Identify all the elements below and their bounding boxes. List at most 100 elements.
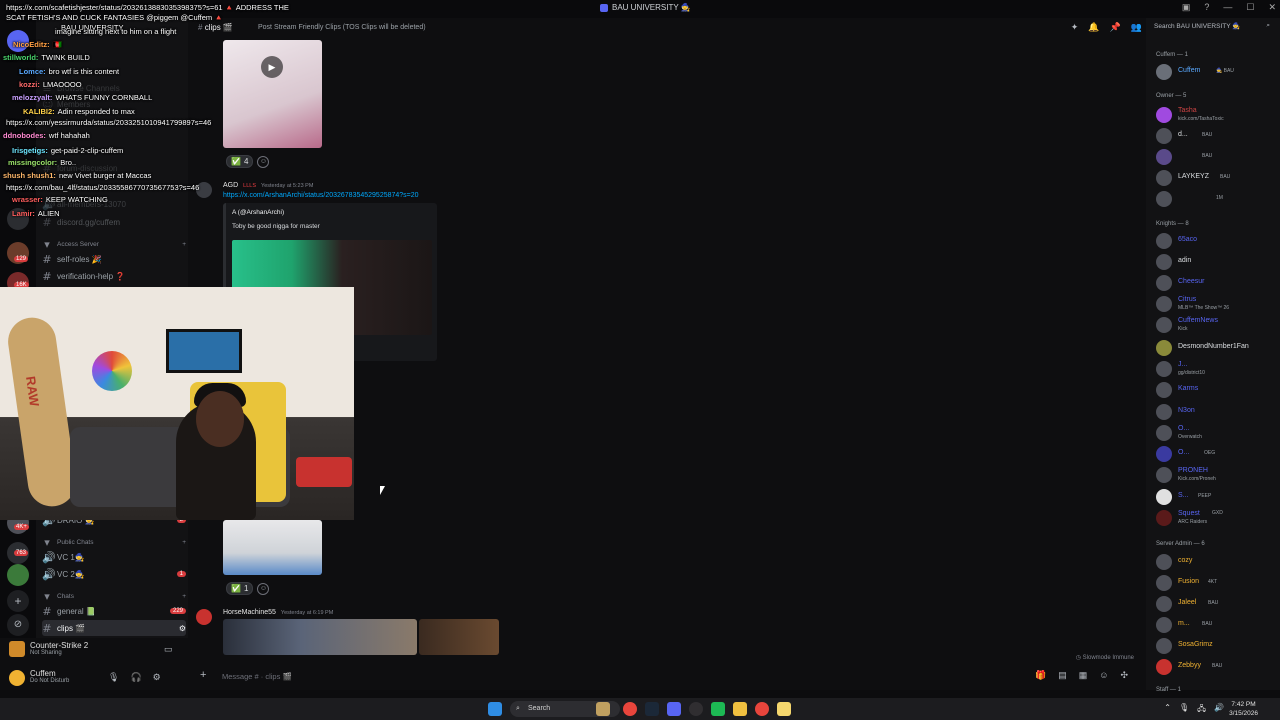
message-composer[interactable]: + Message # · clips 🎬 🎁 ▤ ▦ ☺ ✣ <box>196 668 1138 686</box>
member-item[interactable]: O... OEG <box>1156 445 1276 463</box>
avatar[interactable] <box>196 609 212 625</box>
spotify-icon[interactable] <box>711 702 725 716</box>
settings-icon[interactable]: ⚙ <box>153 672 161 683</box>
member-item[interactable]: Cuffem 🧙 BAU <box>1156 63 1276 81</box>
member-item[interactable]: Fusion 4KT <box>1156 574 1276 592</box>
server-icon[interactable] <box>7 564 29 586</box>
channel-general[interactable]: # general 📗 229 <box>42 603 186 619</box>
network-icon[interactable]: 🖧 <box>1197 703 1206 717</box>
reaction-check[interactable]: ✅ 1 <box>226 582 254 595</box>
video-attachment[interactable] <box>419 619 499 655</box>
channel-all-members[interactable]: 🔊 all-members-13070 <box>42 196 186 212</box>
video-attachment[interactable] <box>223 520 322 575</box>
chrome-icon[interactable] <box>755 702 769 716</box>
browse-channels[interactable]: ≡ Browse Channels <box>42 80 186 96</box>
message-author[interactable]: HorseMachine55 <box>223 609 276 616</box>
discover-icon[interactable]: ⊘ <box>7 614 29 636</box>
stream-icon[interactable]: ▭ <box>164 644 173 655</box>
clock[interactable]: 7:42 PM 3/15/2026 <box>1229 700 1258 718</box>
headphones-icon[interactable]: 🎧 <box>130 672 141 683</box>
member-item[interactable]: CuffemNews Kick <box>1156 316 1276 334</box>
member-item[interactable]: Tasha kick.com/TashaToxic <box>1156 106 1276 124</box>
embed-author[interactable]: A (@ArshanArchi) <box>232 209 284 216</box>
help-icon[interactable]: ? <box>1204 2 1209 13</box>
video-attachment[interactable]: ▶ <box>223 40 322 148</box>
play-icon[interactable]: ▶ <box>261 56 283 78</box>
channel-invite[interactable]: # discord.gg/cuffem <box>42 214 186 230</box>
member-item[interactable]: 65aco <box>1156 232 1276 250</box>
category-access-server[interactable]: ▾ Access Server + <box>42 236 186 252</box>
add-reaction-icon[interactable]: ☺ <box>257 582 270 595</box>
member-item[interactable]: d... BAU <box>1156 127 1276 145</box>
search-input[interactable]: Search BAU UNIVERSITY 🧙 ⌕ <box>1154 22 1272 34</box>
server-icon[interactable] <box>7 30 29 52</box>
category-chats[interactable]: ▾ Chats + <box>42 588 186 604</box>
channel-vc2[interactable]: 🔊 VC 2🧙 1 <box>42 566 186 582</box>
mic-icon[interactable]: 🎙 <box>108 672 119 683</box>
member-item[interactable]: Cheesur <box>1156 274 1276 292</box>
discord-icon[interactable] <box>667 702 681 716</box>
extra-app-icon[interactable] <box>777 702 791 716</box>
member-item[interactable]: O... Overwatch <box>1156 424 1276 442</box>
pin-icon[interactable]: 📌 <box>1110 22 1121 33</box>
member-item[interactable]: S... PEEP <box>1156 488 1276 506</box>
member-item[interactable]: PRONEH Kick.com/Proneh <box>1156 466 1276 484</box>
message-author[interactable]: AGD <box>223 182 238 189</box>
member-item[interactable]: BAU <box>1156 148 1276 166</box>
channel-forum-discussion[interactable]: # forum-discussion <box>42 160 186 176</box>
invite-icon[interactable]: ⚙ <box>179 624 186 633</box>
chevron-up-icon[interactable]: ⌃ <box>1164 703 1171 717</box>
gift-icon[interactable]: 🎁 <box>1035 670 1046 681</box>
message-link[interactable]: https://x.com/ArshanArchi/status/2032678… <box>223 192 419 199</box>
category-public-chats[interactable]: ▾ Public Chats + <box>42 534 186 550</box>
mic-icon[interactable]: 🎙 <box>1179 703 1189 717</box>
server-icon[interactable] <box>7 208 29 230</box>
start-icon[interactable] <box>488 702 502 716</box>
channel-vc1[interactable]: 🔊 VC 1🧙 <box>42 549 186 565</box>
member-item[interactable]: m... BAU <box>1156 616 1276 634</box>
attach-icon[interactable]: + <box>200 669 206 681</box>
member-item[interactable]: Zebbyy BAU <box>1156 658 1276 676</box>
widgets-icon[interactable] <box>596 702 610 716</box>
channel-clips[interactable]: # clips 🎬 ⚙ <box>42 620 186 636</box>
obs-icon[interactable] <box>689 702 703 716</box>
steam-icon[interactable] <box>645 702 659 716</box>
member-item[interactable]: Jaleel BAU <box>1156 595 1276 613</box>
channel-self-roles[interactable]: # self-roles 🎉 <box>42 251 186 267</box>
add-reaction-icon[interactable]: ☺ <box>257 155 270 168</box>
member-item[interactable]: adin <box>1156 253 1276 271</box>
close-icon[interactable]: ✕ <box>1268 2 1276 13</box>
apps-icon[interactable]: ✣ <box>1120 670 1128 681</box>
member-item[interactable]: J... gg/district10 <box>1156 360 1276 378</box>
members-icon[interactable]: 👥 <box>1131 22 1142 33</box>
minimize-icon[interactable]: — <box>1223 2 1232 13</box>
maximize-icon[interactable]: ☐ <box>1246 2 1254 13</box>
sticker-icon[interactable]: ▦ <box>1079 670 1088 681</box>
folder-icon[interactable] <box>733 702 747 716</box>
add-channel-icon[interactable]: + <box>182 241 186 248</box>
member-item[interactable]: Citrus MLB™ The Show™ 26 <box>1156 295 1276 313</box>
add-channel-icon[interactable]: + <box>182 593 186 600</box>
avatar[interactable] <box>9 670 25 686</box>
member-item[interactable]: 1M <box>1156 190 1276 208</box>
member-item[interactable]: N3on <box>1156 403 1276 421</box>
bell-icon[interactable]: 🔔 <box>1088 22 1099 33</box>
emoji-icon[interactable]: ☺ <box>1099 670 1108 681</box>
channel-verification-help[interactable]: # verification-help ❓ <box>42 268 186 284</box>
gif-icon[interactable]: ▤ <box>1058 670 1067 681</box>
member-item[interactable]: cozy <box>1156 553 1276 571</box>
avatar[interactable] <box>196 182 212 198</box>
add-server-icon[interactable]: + <box>7 590 29 612</box>
reaction-check[interactable]: ✅ 4 <box>226 155 254 168</box>
member-item[interactable]: Karms <box>1156 381 1276 399</box>
threads-icon[interactable]: ✦ <box>1071 22 1079 33</box>
member-item[interactable]: DesmondNumber1Fan <box>1156 339 1276 357</box>
member-item[interactable]: LAYKEYZ BAU <box>1156 169 1276 187</box>
chrome-icon[interactable] <box>623 702 637 716</box>
member-item[interactable]: SosaGrimz <box>1156 637 1276 655</box>
add-channel-icon[interactable]: + <box>182 539 186 546</box>
member-item[interactable]: Squest ARC Raiders GXD <box>1156 509 1276 527</box>
members-link[interactable]: ☺ Members <box>42 96 186 112</box>
video-attachment[interactable] <box>223 619 417 655</box>
volume-icon[interactable]: 🔊 <box>1214 703 1224 717</box>
